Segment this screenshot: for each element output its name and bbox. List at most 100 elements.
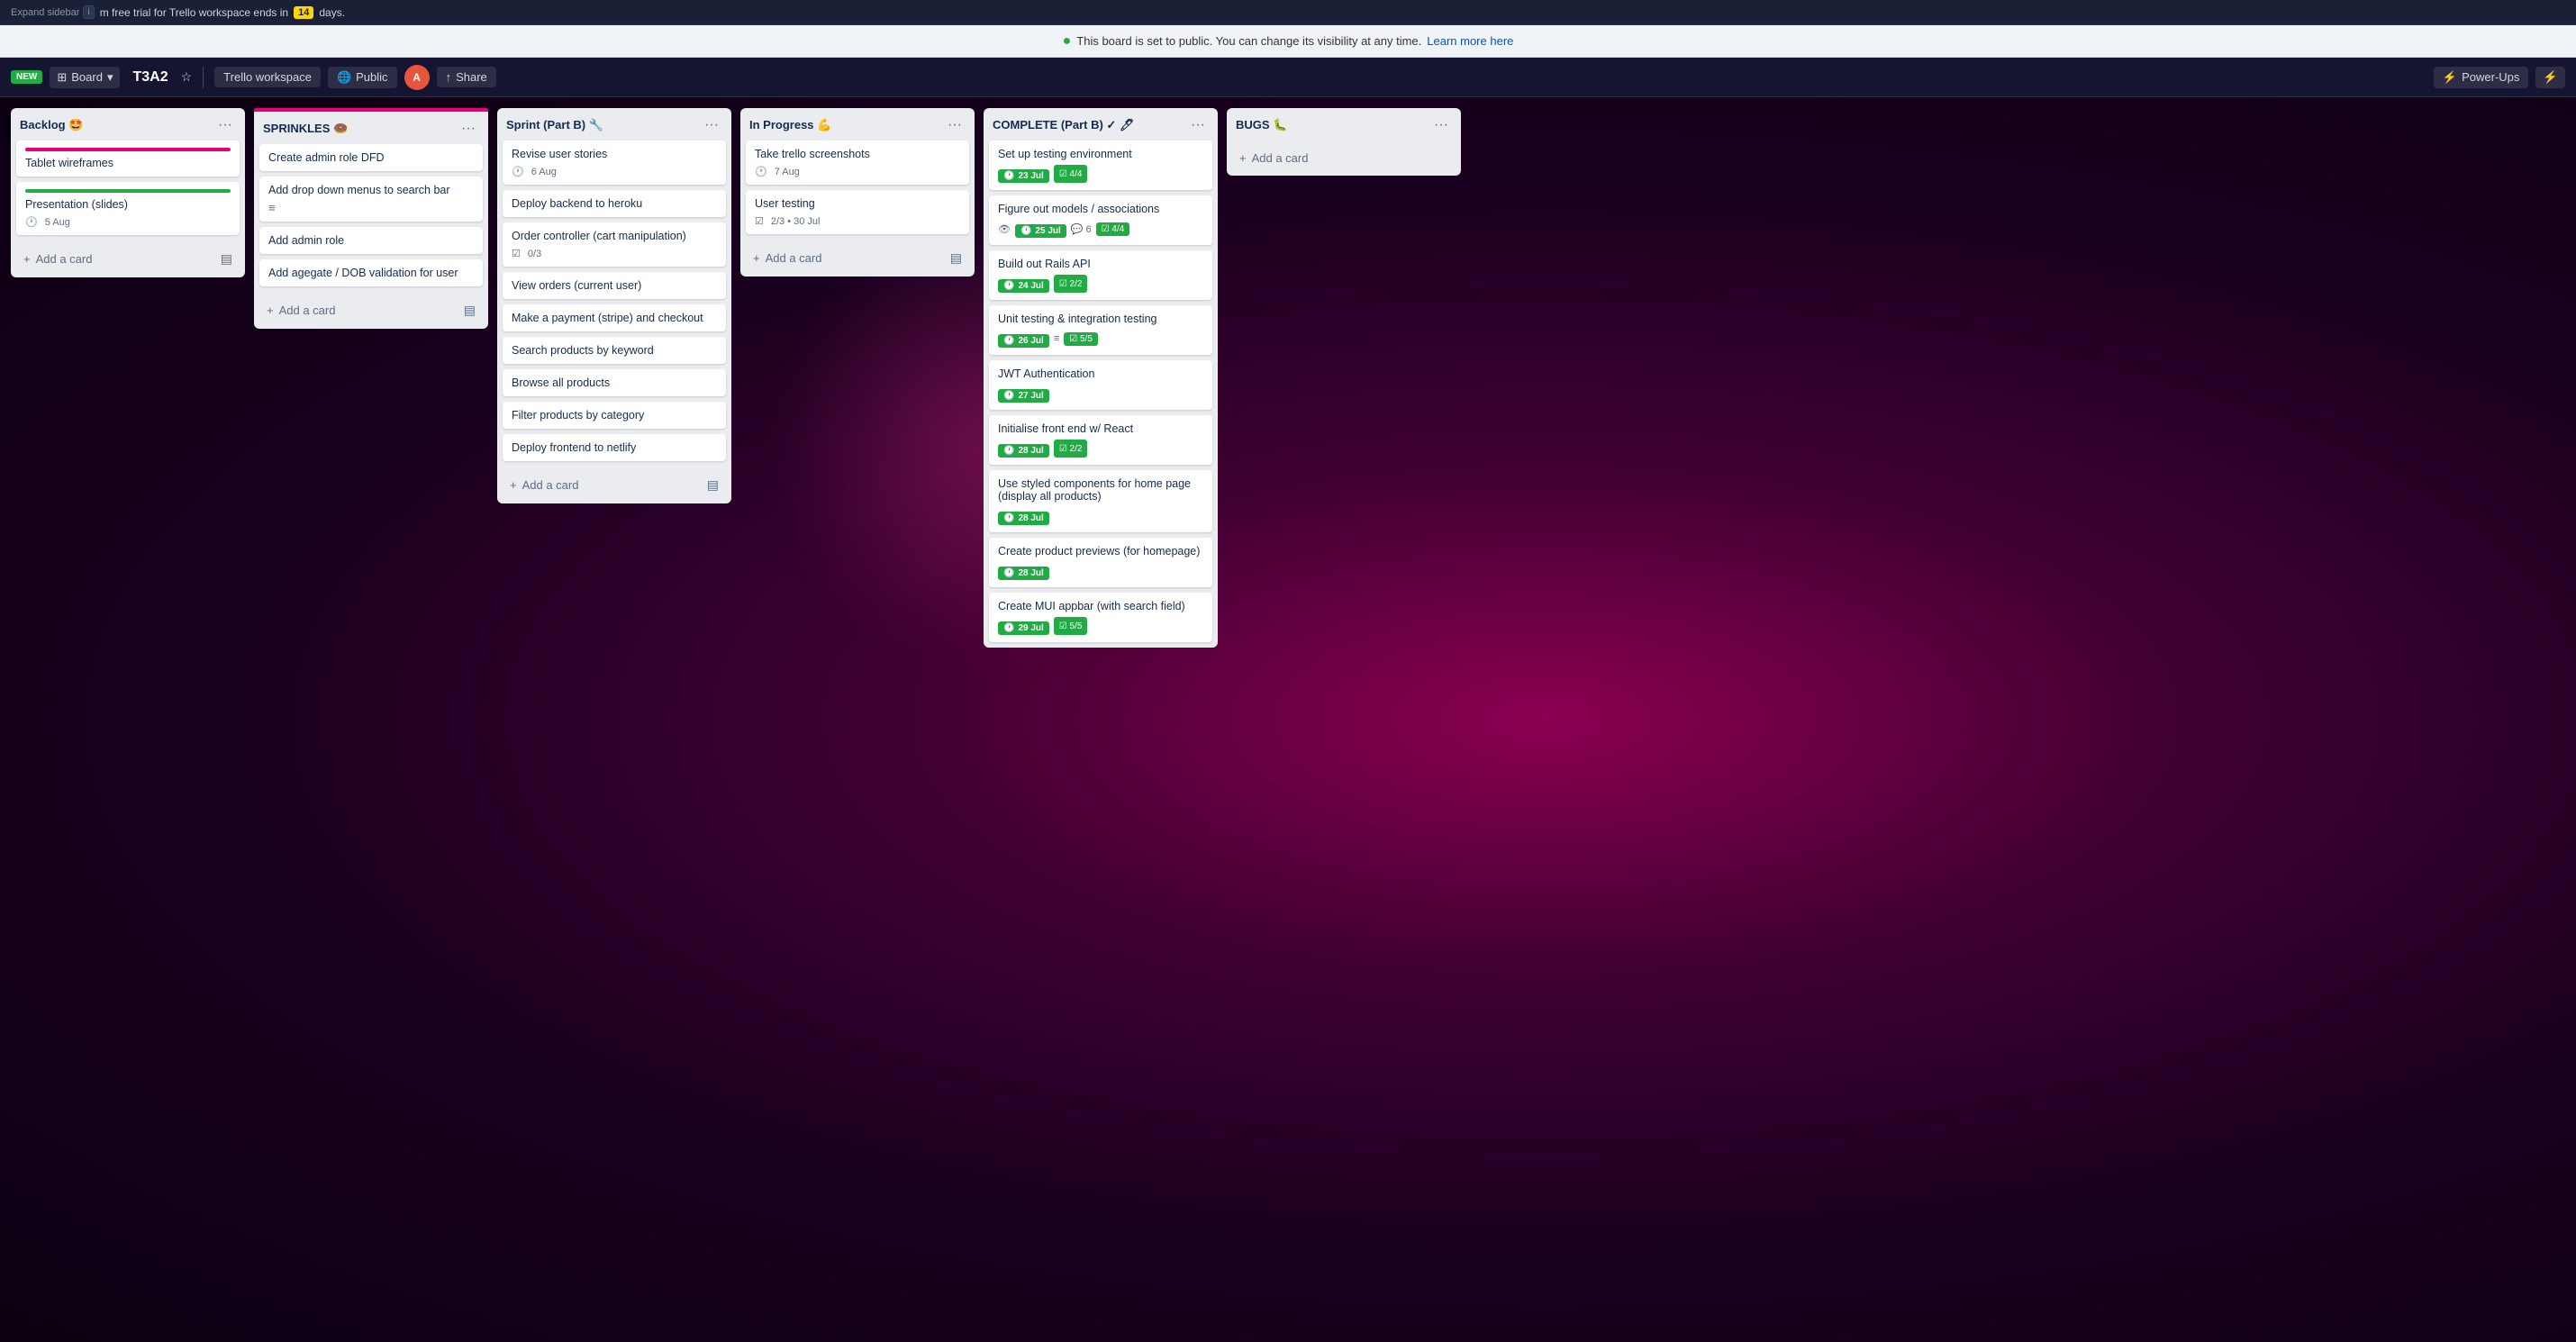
card-take-screenshots[interactable]: Take trello screenshots 🕐 7 Aug ✎ bbox=[746, 141, 969, 185]
card-deploy-frontend[interactable]: Deploy frontend to netlify ✎ bbox=[503, 434, 726, 461]
clock-icon: 🕐 bbox=[1003, 281, 1014, 291]
add-card-button-in-progress[interactable]: + Add a card ▤ bbox=[744, 243, 971, 273]
card-text: Add agegate / DOB validation for user bbox=[268, 267, 458, 279]
card-text: Build out Rails API bbox=[998, 258, 1091, 270]
column-bugs: BUGS 🐛 ··· + Add a card bbox=[1227, 108, 1461, 176]
clock-icon: 🕐 bbox=[1003, 336, 1014, 346]
card-text: Create MUI appbar (with search field) bbox=[998, 600, 1185, 612]
column-more-button-in-progress[interactable]: ··· bbox=[944, 115, 966, 135]
card-unit-testing[interactable]: Unit testing & integration testing 🕐 26 … bbox=[989, 305, 1212, 355]
column-complete-b: COMPLETE (Part B) ✓ 🖊 ··· Set up testing… bbox=[984, 108, 1218, 648]
add-card-button-bugs[interactable]: + Add a card bbox=[1230, 144, 1457, 172]
card-badges: 🕐 26 Jul ≡ ☑ 5/5 bbox=[998, 330, 1203, 348]
card-browse-all-products[interactable]: Browse all products ✎ bbox=[503, 369, 726, 396]
date-badge: 🕐 25 Jul bbox=[1015, 224, 1066, 238]
card-order-controller[interactable]: Order controller (cart manipulation) ☑ 0… bbox=[503, 222, 726, 267]
globe-icon: 🌐 bbox=[337, 70, 351, 85]
cards-complete-b: Set up testing environment 🕐 23 Jul ☑ 4/… bbox=[984, 141, 1218, 648]
card-user-testing[interactable]: User testing ☑ 2/3 • 30 Jul ✎ bbox=[746, 190, 969, 234]
card-text: Take trello screenshots bbox=[755, 148, 870, 160]
card-text: Figure out models / associations bbox=[998, 203, 1159, 215]
date-badge: 🕐 28 Jul bbox=[998, 567, 1049, 580]
template-icon: ▤ bbox=[707, 477, 719, 493]
expand-sidebar-btn[interactable]: Expand sidebar i bbox=[11, 5, 95, 19]
column-more-button-bugs[interactable]: ··· bbox=[1430, 115, 1452, 135]
column-title-sprinkles: SPRINKLES 🍩 bbox=[263, 122, 348, 136]
column-more-button-sprint-b[interactable]: ··· bbox=[701, 115, 722, 135]
board-grid-icon: ⊞ bbox=[57, 70, 67, 85]
card-jwt-auth[interactable]: JWT Authentication 🕐 27 Jul ✎ bbox=[989, 360, 1212, 410]
workspace-button[interactable]: Trello workspace bbox=[214, 67, 321, 87]
card-filter-products-category[interactable]: Filter products by category ✎ bbox=[503, 402, 726, 429]
column-more-button-backlog[interactable]: ··· bbox=[214, 115, 236, 135]
card-date: 5 Aug bbox=[45, 217, 70, 228]
clock-icon: 🕐 bbox=[1003, 513, 1014, 523]
navbar-separator bbox=[203, 67, 204, 88]
date-badge: 🕐 29 Jul bbox=[998, 621, 1049, 635]
card-setup-testing[interactable]: Set up testing environment 🕐 23 Jul ☑ 4/… bbox=[989, 141, 1212, 190]
power-ups-button[interactable]: ⚡ Power-Ups bbox=[2434, 67, 2528, 88]
power-ups-icon: ⚡ bbox=[2443, 70, 2457, 85]
public-banner: ● This board is set to public. You can c… bbox=[0, 25, 2576, 58]
card-presentation-slides[interactable]: Presentation (slides) 🕐 5 Aug ✎ bbox=[16, 182, 240, 235]
card-date: 7 Aug bbox=[775, 167, 800, 177]
card-deploy-backend[interactable]: Deploy backend to heroku ✎ bbox=[503, 190, 726, 217]
card-product-previews[interactable]: Create product previews (for homepage) 🕐… bbox=[989, 538, 1212, 587]
column-more-button-complete-b[interactable]: ··· bbox=[1187, 115, 1209, 135]
column-title-bugs: BUGS 🐛 bbox=[1236, 118, 1287, 132]
card-tablet-wireframes[interactable]: Tablet wireframes ✎ bbox=[16, 141, 240, 177]
card-badges: 🕐 28 Jul bbox=[998, 507, 1203, 525]
card-figure-models[interactable]: Figure out models / associations 👁 🕐 25 … bbox=[989, 195, 1212, 245]
plus-icon: + bbox=[510, 478, 517, 492]
card-create-admin-dfd[interactable]: Create admin role DFD ✎ bbox=[259, 144, 483, 171]
card-styled-components[interactable]: Use styled components for home page (dis… bbox=[989, 470, 1212, 532]
card-search-products-keyword[interactable]: Search products by keyword ✎ bbox=[503, 337, 726, 364]
card-mui-appbar[interactable]: Create MUI appbar (with search field) 🕐 … bbox=[989, 593, 1212, 642]
column-title-in-progress: In Progress 💪 bbox=[749, 118, 831, 132]
check-badge: ☑ 4/4 bbox=[1096, 222, 1130, 236]
lightning-button[interactable]: ⚡ bbox=[2535, 67, 2565, 88]
column-title-complete-b: COMPLETE (Part B) ✓ 🖊 bbox=[993, 118, 1134, 132]
card-revise-user-stories[interactable]: Revise user stories 🕐 6 Aug ✎ bbox=[503, 141, 726, 185]
top-banner: Expand sidebar i m free trial for Trello… bbox=[0, 0, 2576, 25]
share-button[interactable]: ↑ Share bbox=[437, 67, 496, 87]
clock-icon: 🕐 bbox=[1003, 391, 1014, 401]
card-add-admin-role[interactable]: Add admin role ✎ bbox=[259, 227, 483, 254]
card-dropdown-menus[interactable]: Add drop down menus to search bar ≡ ✎ bbox=[259, 177, 483, 222]
plus-icon: + bbox=[267, 304, 274, 317]
board-view-button[interactable]: ⊞ Board ▾ bbox=[50, 67, 120, 88]
column-more-button-sprinkles[interactable]: ··· bbox=[458, 119, 479, 139]
card-view-orders[interactable]: View orders (current user) ✎ bbox=[503, 272, 726, 299]
star-button[interactable]: ☆ bbox=[181, 69, 193, 85]
card-init-react[interactable]: Initialise front end w/ React 🕐 28 Jul ☑… bbox=[989, 415, 1212, 465]
card-checklist: 0/3 bbox=[528, 249, 541, 259]
avatar[interactable]: A bbox=[404, 65, 430, 90]
template-icon: ▤ bbox=[950, 250, 962, 266]
check-badge: ☑ 4/4 bbox=[1054, 165, 1088, 183]
add-card-label: Add a card bbox=[766, 251, 822, 265]
card-build-rails-api[interactable]: Build out Rails API 🕐 24 Jul ☑ 2/2 ✎ bbox=[989, 250, 1212, 300]
card-text: Unit testing & integration testing bbox=[998, 313, 1157, 325]
card-lines-icon: ≡ bbox=[268, 201, 474, 214]
new-badge: NEW bbox=[11, 70, 42, 84]
visibility-button[interactable]: 🌐 Public bbox=[328, 67, 397, 88]
add-card-button-sprint-b[interactable]: + Add a card ▤ bbox=[501, 470, 728, 500]
card-text: Add drop down menus to search bar bbox=[268, 184, 450, 196]
card-text: Presentation (slides) bbox=[25, 198, 128, 211]
card-dob-validation[interactable]: Add agegate / DOB validation for user ✎ bbox=[259, 259, 483, 286]
add-card-button-backlog[interactable]: + Add a card ▤ bbox=[14, 244, 241, 274]
clock-icon: 🕐 bbox=[1003, 568, 1014, 578]
card-text: JWT Authentication bbox=[998, 367, 1094, 380]
template-icon: ▤ bbox=[221, 251, 232, 267]
card-meta: 🕐 6 Aug bbox=[512, 166, 717, 177]
card-payment-stripe[interactable]: Make a payment (stripe) and checkout ✎ bbox=[503, 304, 726, 331]
add-card-button-sprinkles[interactable]: + Add a card ▤ bbox=[258, 295, 485, 325]
check-badge: ☑ 5/5 bbox=[1064, 332, 1098, 346]
kbd-shortcut: i bbox=[83, 5, 94, 19]
card-text: Add admin role bbox=[268, 234, 344, 247]
add-card-label: Add a card bbox=[36, 252, 93, 266]
check-badge: ☑ 2/2 bbox=[1054, 275, 1088, 293]
learn-more-link[interactable]: Learn more here bbox=[1427, 34, 1513, 48]
card-text: Search products by keyword bbox=[512, 344, 654, 357]
add-card-label: Add a card bbox=[1252, 151, 1309, 165]
